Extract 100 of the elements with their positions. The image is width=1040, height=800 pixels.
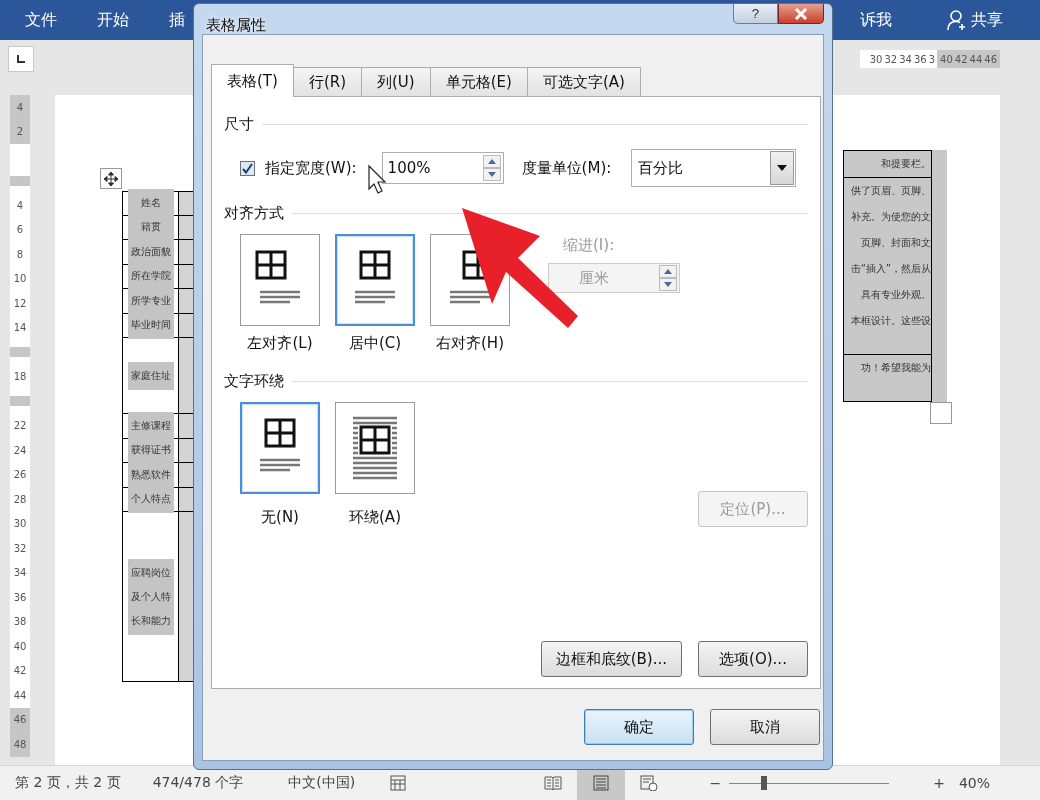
ruler-number: 24 <box>13 444 27 456</box>
text-line: 功！希望我能为 <box>861 361 931 375</box>
ruler-number: 6 <box>16 224 24 236</box>
unit-dropdown[interactable]: 百分比 <box>631 149 797 187</box>
ruler-number: 14 <box>13 322 27 334</box>
slider-thumb[interactable] <box>761 776 768 790</box>
ruler-number: 30 <box>13 518 27 530</box>
ruler-number: 30 <box>869 53 883 65</box>
option-label: 左对齐(L) <box>247 334 313 353</box>
ruler-number: 46 <box>984 53 997 65</box>
ruler-number: 32 <box>13 542 27 554</box>
help-button[interactable]: ? <box>733 4 778 24</box>
ruler-number: 38 <box>13 616 27 628</box>
ruler-number: 36 <box>913 53 927 65</box>
page-count[interactable]: 第 2 页，共 2 页 <box>15 774 121 792</box>
alignment-option[interactable] <box>240 234 320 326</box>
text-line: 和提要栏。 <box>881 157 931 171</box>
dialog-tab[interactable]: 表格(T) <box>211 64 294 97</box>
checkbox[interactable] <box>240 160 255 176</box>
borders-shading-button[interactable]: 边框和底纹(B)... <box>540 641 682 677</box>
ruler-number: 34 <box>13 567 27 579</box>
dialog-tab[interactable]: 单元格(E) <box>429 67 528 96</box>
option-label: 环绕(A) <box>349 508 401 527</box>
cursor-icon <box>368 164 387 194</box>
option-label: 居中(C) <box>348 334 402 353</box>
zoom-out-button[interactable]: − <box>709 775 722 791</box>
option-label: 无(N) <box>261 508 299 527</box>
ok-button[interactable]: 确定 <box>584 709 694 745</box>
language-indicator[interactable]: 中文(中国) <box>288 774 356 792</box>
macro-record-icon <box>390 775 407 791</box>
ruler-number: 40 <box>13 640 27 652</box>
ruler-number: 3 <box>928 53 936 65</box>
close-button[interactable] <box>778 4 824 24</box>
wrapping-option[interactable] <box>335 402 415 494</box>
spin-arrows-icon <box>482 155 501 181</box>
text-line: 页脚、封面和文 <box>861 236 931 250</box>
ruler-number: 10 <box>13 273 27 285</box>
user-add-icon <box>947 9 967 31</box>
ruler-number: 42 <box>954 53 968 65</box>
ruler-number: 46 <box>13 714 27 726</box>
tab-stop-selector[interactable] <box>8 46 34 72</box>
text-line: 击“插入”，然后从 <box>850 262 931 276</box>
close-icon <box>794 7 808 20</box>
dialog-title: 表格属性 <box>206 16 266 35</box>
page-icon <box>593 775 610 791</box>
wrapping-option[interactable] <box>240 402 320 494</box>
move-handle-icon[interactable] <box>100 168 122 189</box>
ribbon-tab[interactable]: 开始 <box>97 9 129 31</box>
text-line: 本框设计。这些设 <box>851 314 931 328</box>
ribbon-tab[interactable]: 插 <box>169 9 185 31</box>
book-icon <box>544 775 563 791</box>
option-label: 右对齐(H) <box>436 334 504 353</box>
dialog-tab[interactable]: 行(R) <box>292 67 362 96</box>
ruler-number: 8 <box>16 248 24 260</box>
dialog-tab[interactable]: 可选文字(A) <box>526 67 641 96</box>
row-label: 家庭住址 <box>127 361 174 390</box>
ruler-number: 34 <box>899 53 912 65</box>
ruler-number: 40 <box>940 53 953 65</box>
margin-marker <box>10 175 30 186</box>
cancel-button[interactable]: 取消 <box>710 709 820 745</box>
ruler-number: 42 <box>13 665 27 677</box>
ruler-number: 4 <box>16 101 24 113</box>
ruler-number: 12 <box>13 297 27 309</box>
alignment-option[interactable] <box>335 234 415 326</box>
row-label: 应聘岗位及个人特长和能力 <box>127 558 174 635</box>
field-label: 缩进(I): <box>562 236 616 255</box>
caret-icon <box>777 165 788 171</box>
zoom-level[interactable]: 40% <box>958 775 990 791</box>
zoom-in-button[interactable]: + <box>933 775 945 791</box>
dialog-tab[interactable]: 列(U) <box>361 67 431 96</box>
ribbon-tab[interactable]: 文件 <box>25 9 57 31</box>
left-tab-icon <box>16 54 26 64</box>
spin-arrows-icon <box>659 265 677 291</box>
ruler-number: 48 <box>13 738 27 750</box>
table-end-marker <box>930 402 952 424</box>
check-icon <box>242 162 253 174</box>
section-heading: 对齐方式 <box>224 203 284 223</box>
tell-me-search[interactable]: 诉我 <box>860 9 892 31</box>
ruler-number: 32 <box>884 53 898 65</box>
section-heading: 文字环绕 <box>224 371 284 391</box>
text-line: 补充。为使您的文 <box>851 210 931 224</box>
move-arrows-icon <box>104 171 118 186</box>
ruler-number: 44 <box>13 689 27 701</box>
ruler-number: 18 <box>13 371 27 383</box>
ruler-number: 28 <box>13 493 27 505</box>
margin-marker <box>10 396 30 407</box>
options-button[interactable]: 选项(O)... <box>698 641 808 677</box>
ruler-number: 44 <box>969 53 983 65</box>
checkbox-label[interactable]: 指定宽度(W): <box>265 158 357 178</box>
ruler-number: 26 <box>13 469 27 481</box>
text-line: 供了页眉、页脚、 <box>851 184 931 198</box>
ruler-number: 4 <box>16 199 24 211</box>
dropdown-button[interactable] <box>770 151 795 185</box>
field-label: 度量单位(M): <box>521 158 612 178</box>
web-page-icon <box>640 775 659 791</box>
ruler-number: 22 <box>13 420 27 432</box>
width-spin-field[interactable]: 100% <box>381 152 504 184</box>
word-count[interactable]: 474/478 个字 <box>152 774 244 792</box>
section-heading: 尺寸 <box>224 114 254 134</box>
share-button[interactable]: 共享 <box>947 9 1003 31</box>
